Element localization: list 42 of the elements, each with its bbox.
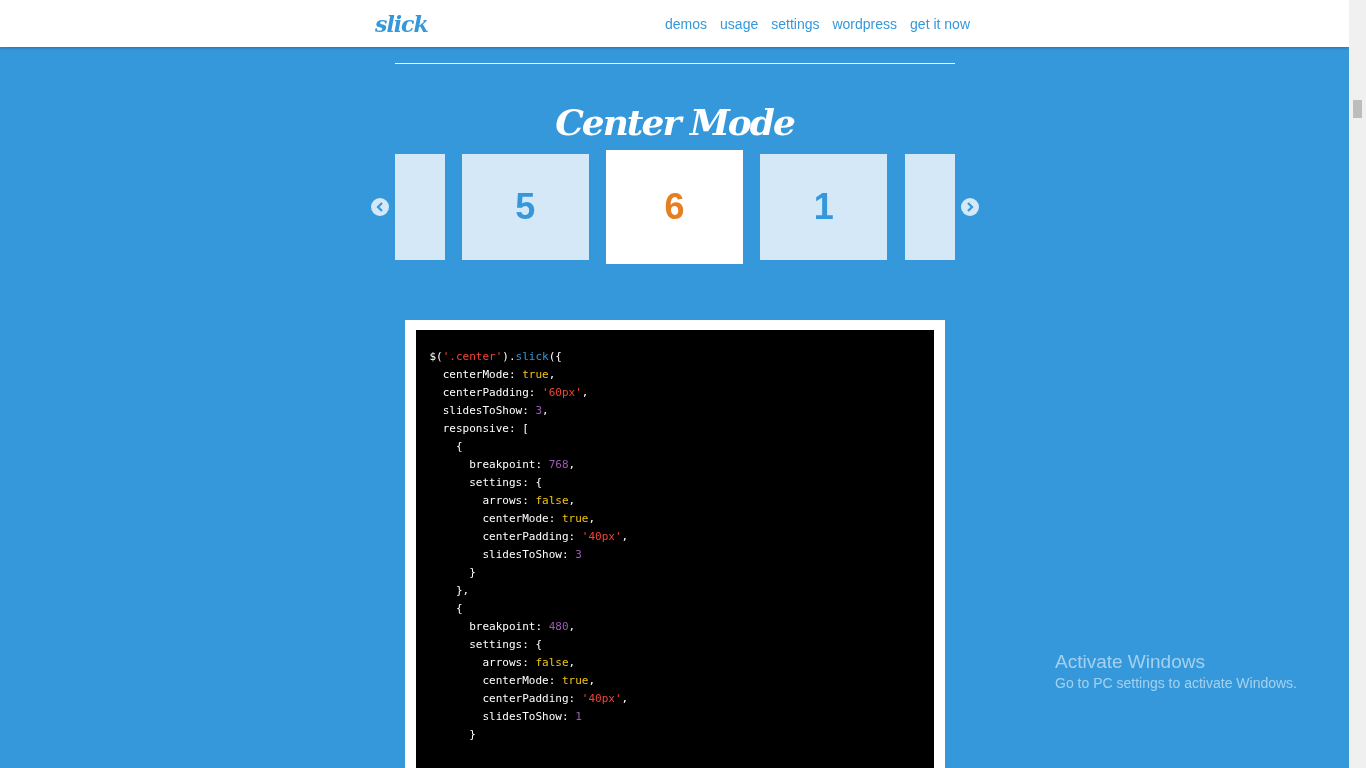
code-line: centerPadding: '60px', [441,385,590,401]
chevron-right-icon [965,202,974,212]
code-line: settings: { [468,475,544,491]
previous-button[interactable] [370,198,389,216]
code-line: arrows: false, [481,493,577,509]
nav-link[interactable]: demos [665,15,708,32]
activation-title: Activate Windows [1055,651,1206,673]
code-line: { [455,601,464,617]
code-line: { [455,439,464,455]
code-line: centerPadding: '40px', [481,691,630,707]
scrollbar[interactable] [1349,0,1366,768]
code-line: $('.center').slick({ [429,349,563,365]
code-line: centerMode: true, [481,511,597,527]
nav-link[interactable]: usage [720,15,759,32]
code-line: centerPadding: '40px', [481,529,630,545]
code-line: responsive: [ [441,421,530,437]
slide[interactable] [904,154,955,260]
activation-message: Go to PC settings to activate Windows. [1055,675,1297,691]
nav-link[interactable]: settings [771,15,820,32]
code-line: arrows: false, [481,655,577,671]
next-button[interactable] [960,198,979,216]
scrollbar-thumb[interactable] [1353,100,1362,118]
code-line: slidesToShow: 1 [481,709,583,725]
code-line: } [468,727,477,743]
nav-link[interactable]: wordpress [832,15,898,32]
center-slide[interactable]: 6 [606,150,743,264]
code-line: centerMode: true, [441,367,557,383]
code-line: breakpoint: 480, [468,619,577,635]
chevron-left-icon [375,202,384,212]
code-line: breakpoint: 768, [468,457,577,473]
code-line: } [468,565,477,581]
section-title: Center Mode [555,100,794,145]
code-line: slidesToShow: 3 [481,547,583,563]
slide[interactable] [394,154,445,260]
slide[interactable]: 5 [461,154,589,260]
code-line: }, [455,583,471,599]
code-line: centerMode: true, [481,673,597,689]
nav-link[interactable]: get it now [910,15,970,32]
logo[interactable]: slick [375,10,428,37]
code-line: slidesToShow: 3, [441,403,550,419]
code-line: settings: { [468,637,544,653]
slide[interactable]: 1 [760,154,888,260]
